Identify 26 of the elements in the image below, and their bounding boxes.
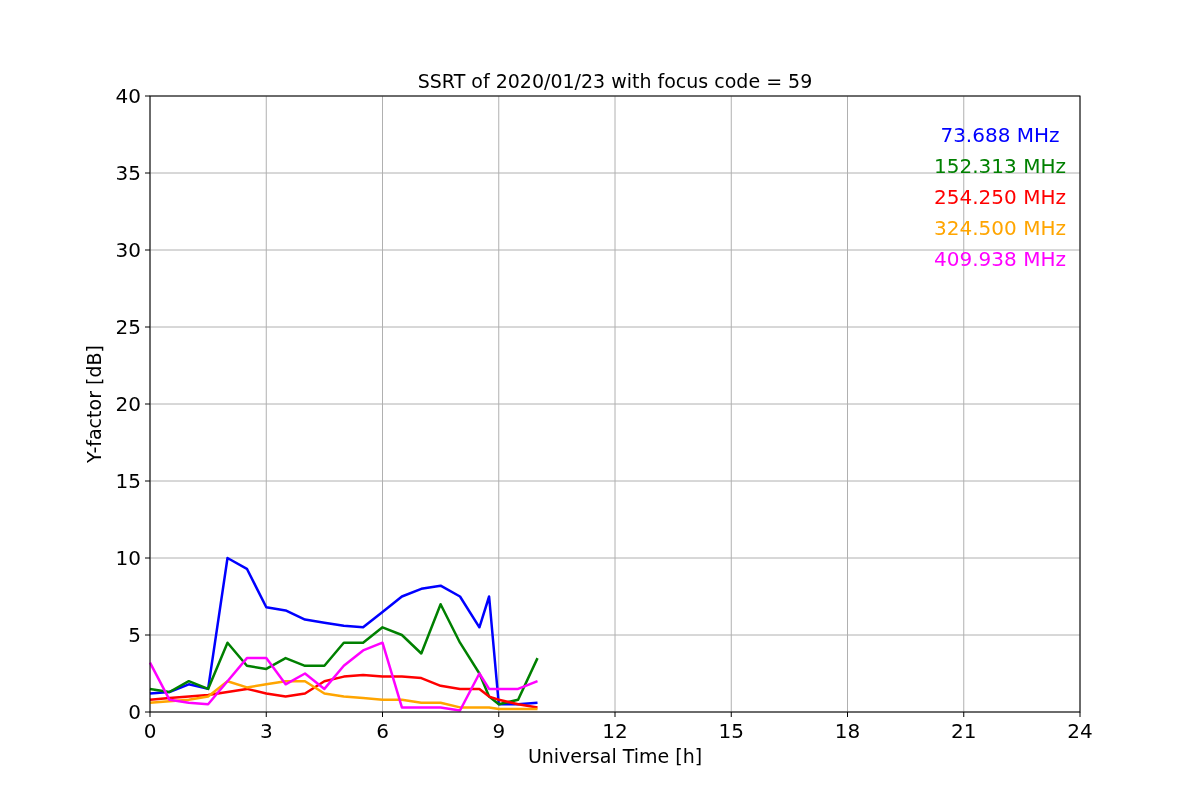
x-tick-label: 0 xyxy=(143,719,157,743)
x-tick-label: 15 xyxy=(718,719,744,743)
y-tick-label: 15 xyxy=(115,469,141,493)
y-axis-label: Y-factor [dB] xyxy=(83,345,105,463)
x-tick-label: 18 xyxy=(834,719,861,743)
x-tick-label: 3 xyxy=(259,719,273,743)
y-tick-label: 5 xyxy=(128,623,141,647)
y-tick-label: 0 xyxy=(128,700,141,724)
legend-label: 152.313 MHz xyxy=(934,154,1066,178)
y-tick-label: 25 xyxy=(115,315,141,339)
x-tick-label: 12 xyxy=(602,719,628,743)
legend-label: 254.250 MHz xyxy=(934,185,1066,209)
chart-title: SSRT of 2020/01/23 with focus code = 59 xyxy=(417,70,813,92)
legend-label: 409.938 MHz xyxy=(934,247,1066,271)
x-tick-label: 24 xyxy=(1067,719,1093,743)
x-axis-label: Universal Time [h] xyxy=(527,745,703,767)
y-tick-label: 10 xyxy=(115,546,141,570)
x-tick-label: 9 xyxy=(492,719,506,743)
y-tick-label: 30 xyxy=(115,238,141,262)
x-tick-label: 21 xyxy=(951,719,977,743)
y-tick-label: 35 xyxy=(115,161,141,185)
x-tick-label: 6 xyxy=(376,719,389,743)
y-tick-label: 20 xyxy=(115,392,141,416)
y-tick-label: 40 xyxy=(115,84,141,108)
legend-label: 324.500 MHz xyxy=(934,216,1066,240)
legend-label: 73.688 MHz xyxy=(940,123,1060,147)
